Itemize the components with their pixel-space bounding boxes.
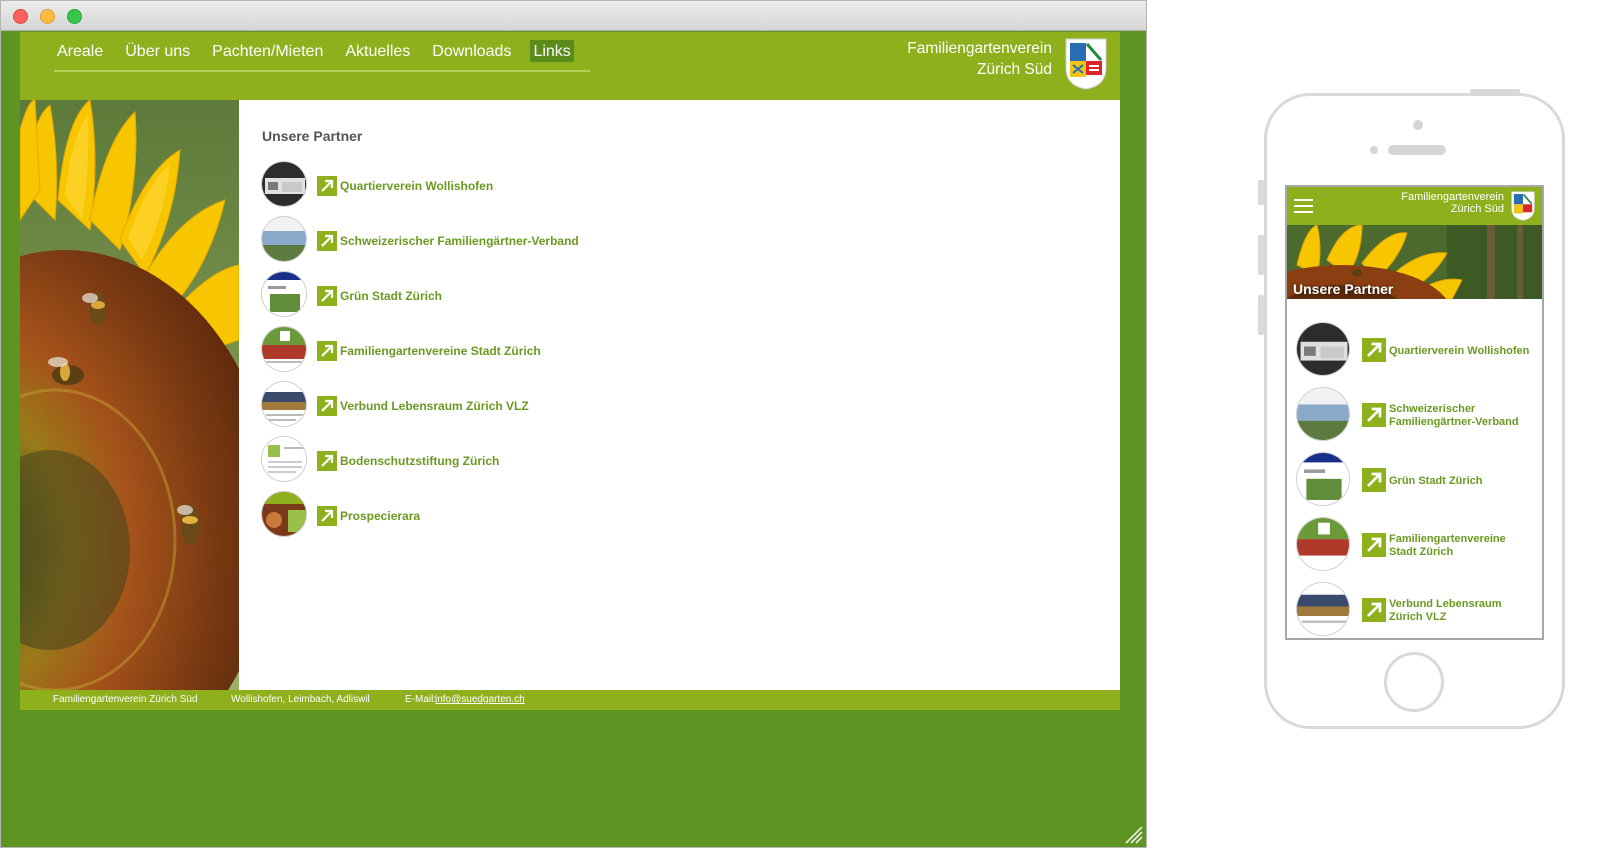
maximize-window-button[interactable] [67,9,82,24]
external-link-arrow-icon[interactable] [317,286,337,306]
sunflower-image [20,100,239,690]
close-window-button[interactable] [13,9,28,24]
mobile-partner-item[interactable]: Grün Stadt Zürich [1296,452,1536,517]
mobile-brand-line-1: Familiengartenverein [1401,191,1504,203]
partner-item[interactable]: Verbund Lebensraum Zürich VLZ [261,381,761,436]
footer-email-link[interactable]: info@suedgarten.ch [435,694,525,705]
external-link-arrow-icon[interactable] [1362,598,1386,622]
mobile-brand[interactable]: Familiengartenverein Zürich Süd [1401,191,1504,215]
external-link-arrow-icon[interactable] [317,231,337,251]
external-link-arrow-icon[interactable] [1362,338,1386,362]
brand-line-1: Familiengartenverein [907,40,1052,57]
mobile-partner-link[interactable]: Schweizerischer Familiengärtner-Verband [1389,403,1534,429]
footer-email-label: E-Mail: [405,694,437,705]
main-nav: Areale Über uns Pachten/Mieten Aktuelles… [54,40,590,72]
phone-screen: Familiengartenverein Zürich Süd Unsere P… [1285,185,1544,640]
partner-link[interactable]: Grün Stadt Zürich [340,289,442,303]
partner-thumbnail[interactable] [1296,582,1350,636]
partner-item[interactable]: Quartierverein Wollishofen [261,161,761,216]
main-content: Unsere Partner Quartierverein Wollishofe… [239,100,1120,690]
crest-logo[interactable] [1065,38,1107,90]
nav-item-aktuelles[interactable]: Aktuelles [342,40,413,62]
nav-item-links[interactable]: Links [530,40,574,62]
site-footer: Familiengartenverein Zürich Süd Wollisho… [20,690,1120,710]
partner-link[interactable]: Quartierverein Wollishofen [340,179,493,193]
external-link-arrow-icon[interactable] [317,396,337,416]
link-line-2: Stadt Zürich [1389,546,1454,558]
website: Areale Über uns Pachten/Mieten Aktuelles… [20,32,1120,722]
partner-thumbnail[interactable] [261,271,307,317]
nav-item-areale[interactable]: Areale [54,40,106,62]
partner-item[interactable]: Prospecierara [261,491,761,546]
site-header: Areale Über uns Pachten/Mieten Aktuelles… [20,32,1120,100]
mobile-brand-line-2: Zürich Süd [1450,203,1504,215]
external-link-arrow-icon[interactable] [1362,533,1386,557]
footer-org: Familiengartenverein Zürich Süd [53,694,198,705]
mobile-partner-list: Quartierverein Wollishofen Schweizerisch… [1296,322,1536,638]
partner-link[interactable]: Prospecierara [340,509,420,523]
link-line-1: Familiengartenvereine [1389,533,1506,545]
phone-sensor [1370,146,1378,154]
mobile-partner-link[interactable]: Quartierverein Wollishofen [1389,345,1534,358]
partner-item[interactable]: Familiengartenvereine Stadt Zürich [261,326,761,381]
phone-mockup: Familiengartenverein Zürich Süd Unsere P… [1264,93,1565,729]
link-line-1: Grün Stadt Zürich [1389,475,1483,487]
mobile-partner-link[interactable]: Verbund Lebensraum Zürich VLZ [1389,598,1534,624]
link-line-1: Quartierverein Wollishofen [1389,345,1530,357]
nav-item-ueber-uns[interactable]: Über uns [122,40,193,62]
partner-thumbnail[interactable] [1296,322,1350,376]
phone-camera [1413,120,1423,130]
mobile-hero-image: Unsere Partner [1287,225,1542,299]
external-link-arrow-icon[interactable] [317,341,337,361]
partner-thumbnail[interactable] [261,436,307,482]
partner-thumbnail[interactable] [1296,452,1350,506]
mobile-partner-item[interactable]: Verbund Lebensraum Zürich VLZ [1296,582,1536,638]
external-link-arrow-icon[interactable] [1362,403,1386,427]
partner-thumbnail[interactable] [1296,387,1350,441]
mobile-partner-item[interactable]: Quartierverein Wollishofen [1296,322,1536,387]
link-line-1: Verbund Lebensraum [1389,598,1502,610]
footer-areas: Wollishofen, Leimbach, Adliswil [231,694,370,705]
partner-item[interactable]: Grün Stadt Zürich [261,271,761,326]
partner-link[interactable]: Schweizerischer Familiengärtner-Verband [340,234,579,248]
site-brand[interactable]: Familiengartenverein Zürich Süd [907,38,1052,80]
brand-line-2: Zürich Süd [977,61,1052,78]
crest-logo[interactable] [1511,191,1535,221]
partner-thumbnail[interactable] [261,161,307,207]
nav-item-pachten-mieten[interactable]: Pachten/Mieten [209,40,326,62]
mobile-partner-item[interactable]: Schweizerischer Familiengärtner-Verband [1296,387,1536,452]
partner-thumbnail[interactable] [261,381,307,427]
partner-item[interactable]: Schweizerischer Familiengärtner-Verband [261,216,761,271]
external-link-arrow-icon[interactable] [317,176,337,196]
mobile-partner-link[interactable]: Familiengartenvereine Stadt Zürich [1389,533,1534,559]
partner-link[interactable]: Verbund Lebensraum Zürich VLZ [340,399,529,413]
resize-grip-icon[interactable] [1122,823,1144,845]
partner-thumbnail[interactable] [261,491,307,537]
partner-thumbnail[interactable] [261,326,307,372]
partner-list: Quartierverein Wollishofen Schweizerisch… [261,161,761,546]
page-title: Unsere Partner [262,128,363,144]
external-link-arrow-icon[interactable] [317,451,337,471]
hamburger-icon[interactable] [1294,199,1313,214]
nav-item-downloads[interactable]: Downloads [429,40,514,62]
external-link-arrow-icon[interactable] [317,506,337,526]
partner-link[interactable]: Bodenschutzstiftung Zürich [340,454,499,468]
phone-home-button[interactable] [1384,652,1444,712]
mobile-page-title: Unsere Partner [1293,281,1394,297]
window-titlebar [1,1,1146,31]
partner-thumbnail[interactable] [1296,517,1350,571]
partner-item[interactable]: Bodenschutzstiftung Zürich [261,436,761,491]
browser-window: Areale Über uns Pachten/Mieten Aktuelles… [0,0,1147,848]
mobile-partner-link[interactable]: Grün Stadt Zürich [1389,475,1534,488]
mobile-partner-item[interactable]: Familiengartenvereine Stadt Zürich [1296,517,1536,582]
phone-speaker [1388,145,1446,155]
mobile-header: Familiengartenverein Zürich Süd [1287,187,1542,225]
external-link-arrow-icon[interactable] [1362,468,1386,492]
partner-link[interactable]: Familiengartenvereine Stadt Zürich [340,344,541,358]
link-line-2: Familiengärtner-Verband [1389,416,1519,428]
link-line-1: Schweizerischer [1389,403,1476,415]
minimize-window-button[interactable] [40,9,55,24]
partner-thumbnail[interactable] [261,216,307,262]
link-line-2: Zürich VLZ [1389,611,1447,623]
